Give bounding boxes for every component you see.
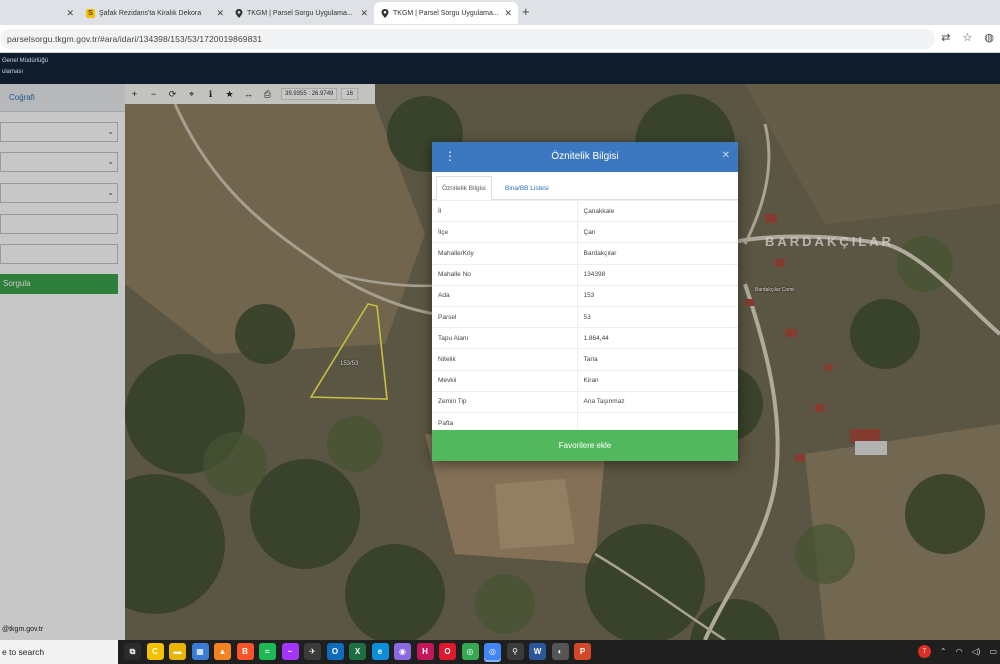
modal-tabs: Öznitelik Bilgisi Bina/BB Listesi (432, 172, 738, 200)
attribute-value: Bardakçılar (577, 242, 738, 265)
steam-icon[interactable]: ◐ (551, 643, 569, 660)
h-app-icon[interactable]: H (416, 643, 434, 660)
chevron-up-icon[interactable]: ⌃ (940, 647, 947, 656)
attribute-key: Ada (432, 284, 578, 307)
attribute-row: Ada 153 (432, 284, 738, 307)
browser-tab-1[interactable]: ✕ (0, 2, 80, 24)
opera-icon[interactable]: O (439, 643, 456, 660)
attribute-value: Çan (577, 221, 738, 243)
address-bar-actions: ⇄ ☆ ◍ (941, 31, 994, 44)
modal-backdrop (0, 84, 125, 640)
network-icon[interactable]: ⚲ (506, 643, 524, 660)
attribute-value: Kiran (577, 369, 738, 392)
new-tab-button[interactable]: + (522, 4, 530, 19)
location-pin-icon (380, 8, 389, 18)
browser-tab-3[interactable]: TKGM | Parsel Sorgu Uygulama... ✕ (228, 2, 374, 24)
app-header: Genel Müdürlüğü ulaması (0, 53, 1000, 84)
close-icon[interactable]: ✕ (722, 150, 730, 161)
translate-icon[interactable]: ⇄ (941, 31, 950, 44)
tab-title: Şafak Rezidans'ta Kiralık Dekora (99, 9, 202, 17)
attribute-value: Ana Taşınmaz (577, 390, 738, 413)
chrome-active-icon[interactable]: ◎ (484, 643, 501, 660)
tab-title: TKGM | Parsel Sorgu Uygulama... (247, 9, 353, 17)
wifi-icon[interactable]: ◠ (956, 647, 963, 656)
store-icon[interactable]: ▦ (191, 643, 209, 660)
modal-title: Öznitelik Bilgisi (551, 151, 619, 162)
attribute-key: İlçe (432, 221, 578, 243)
task-view-icon[interactable]: ⧉ (124, 643, 141, 660)
attribute-value: 53 (577, 305, 738, 328)
tab-title: TKGM | Parsel Sorgu Uygulama... (393, 9, 499, 17)
tab-close-icon[interactable]: ✕ (211, 8, 224, 19)
attribute-row: Nitelik Tarla (432, 348, 738, 370)
edge-icon[interactable]: e (371, 643, 389, 660)
attribute-key: Mahalle No (432, 263, 578, 286)
tab-close-icon[interactable]: ✕ (355, 8, 368, 19)
attribute-row: Tapu Alanı 1.864,44 (432, 327, 738, 349)
omnibox[interactable]: parselsorgu.tkgm.gov.tr/#ara/idari/13439… (0, 29, 935, 49)
left-query-panel: Coğrafi ⌄ ⌄ ⌄ Sorgula @tkgm.gov.tr (0, 84, 125, 640)
browser-tab-2[interactable]: S Şafak Rezidans'ta Kiralık Dekora ✕ (80, 2, 230, 24)
attribute-row: İlçe Çan (432, 221, 738, 243)
tab-close-icon[interactable]: ✕ (499, 8, 512, 19)
app-header-line-2: ulaması (2, 69, 24, 75)
tab-building-list[interactable]: Bina/BB Listesi (500, 176, 554, 200)
spotify-icon[interactable]: ≈ (259, 643, 276, 660)
yellow-app-icon[interactable]: C (146, 643, 164, 660)
browser-tab-strip: ✕ S Şafak Rezidans'ta Kiralık Dekora ✕ T… (0, 0, 1000, 25)
battery-icon[interactable]: ▭ (989, 647, 997, 656)
attribute-value: 153 (577, 284, 738, 307)
profile-icon[interactable]: ◍ (984, 31, 994, 44)
excel-icon[interactable]: X (349, 643, 366, 660)
powerpoint-icon[interactable]: P (574, 643, 591, 660)
attribute-value: 134398 (577, 263, 738, 286)
brave-icon[interactable]: B (236, 643, 254, 660)
taskbar-apps: ⧉ C ▬ ▦ ▲ B ≈ ~ ✈ O Xe ◉ H O ◎ ◎ ⚲ W ◐ P (124, 643, 591, 660)
url-text[interactable]: parselsorgu.tkgm.gov.tr/#ara/idari/13439… (7, 34, 262, 44)
system-tray: T ⌃ ◠ ◁) ▭ (917, 645, 997, 658)
vlc-icon[interactable]: ▲ (214, 643, 231, 660)
sh-logo-icon: S (86, 8, 95, 18)
volume-icon[interactable]: ◁) (972, 647, 981, 656)
attribute-table: İl Çanakkale İlçe Çan Mahalle/Köy Bardakçılar… (432, 199, 738, 434)
messenger-icon[interactable]: ~ (281, 643, 299, 660)
taskbar-search[interactable]: e to search (0, 640, 118, 664)
attribute-key: Parsel (432, 305, 578, 328)
attribute-key: Mevkii (432, 369, 578, 392)
profile-avatar-icon[interactable]: T (917, 645, 931, 658)
app-icon[interactable]: ◉ (394, 643, 411, 660)
tab-close-icon[interactable]: ✕ (61, 8, 74, 19)
attribute-value: 1.864,44 (577, 327, 738, 349)
file-explorer-icon[interactable]: ▬ (169, 643, 186, 660)
attribute-info-modal: ⋮ Öznitelik Bilgisi ✕ Öznitelik Bilgisi … (432, 142, 738, 461)
attribute-row: Mahalle No 134398 (432, 263, 738, 286)
attribute-row: Mevkii Kiran (432, 369, 738, 392)
word-icon[interactable]: W (529, 643, 546, 660)
attribute-key: Nitelik (432, 348, 578, 370)
modal-header: ⋮ Öznitelik Bilgisi ✕ (432, 142, 738, 172)
attribute-row: Mahalle/Köy Bardakçılar (432, 242, 738, 265)
tab-attribute-info[interactable]: Öznitelik Bilgisi (436, 176, 492, 200)
bookmark-star-icon[interactable]: ☆ (963, 31, 973, 44)
location-pin-icon (234, 8, 243, 18)
attribute-row: İl Çanakkale (432, 199, 738, 222)
attribute-value: Çanakkale (577, 199, 738, 222)
browser-tab-active[interactable]: TKGM | Parsel Sorgu Uygulama... ✕ (374, 2, 518, 24)
chrome-icon[interactable]: ◎ (461, 643, 479, 660)
app-header-line-1: Genel Müdürlüğü (2, 58, 49, 64)
outlook-icon[interactable]: O (326, 643, 344, 660)
attribute-value: Tarla (577, 348, 738, 370)
attribute-key: İl (432, 199, 578, 222)
attribute-key: Tapu Alanı (432, 327, 578, 349)
wifi-tool-icon[interactable]: ✈ (304, 643, 321, 660)
taskbar-search-text: e to search (2, 647, 45, 657)
windows-taskbar: e to search ⧉ C ▬ ▦ ▲ B ≈ ~ ✈ O Xe ◉ H O ◎ ◎ ⚲ W ◐ P T ⌃ ◠ … (0, 640, 1000, 664)
attribute-key: Zemin Tip (432, 390, 578, 413)
add-to-favorites-button[interactable]: Favorilere ekle (432, 430, 738, 461)
address-bar: parselsorgu.tkgm.gov.tr/#ara/idari/13439… (0, 25, 1000, 53)
attribute-row: Zemin Tip Ana Taşınmaz (432, 390, 738, 413)
attribute-key: Mahalle/Köy (432, 242, 578, 265)
attribute-row: Parsel 53 (432, 305, 738, 328)
